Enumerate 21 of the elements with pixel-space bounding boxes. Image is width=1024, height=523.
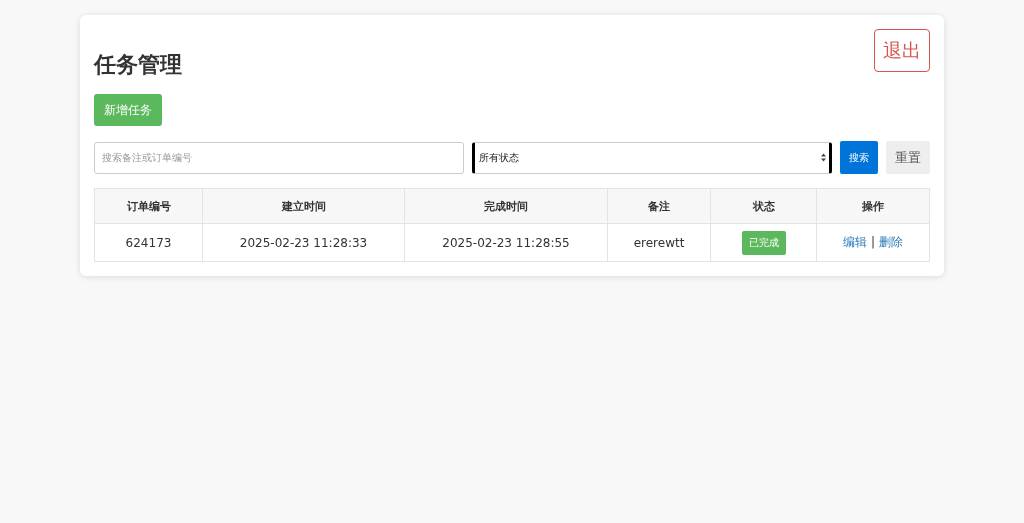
column-header: 状态 [710, 188, 817, 224]
search-field[interactable]: 搜索备注或订单编号 [94, 141, 464, 174]
logout-button[interactable]: 退出 [874, 29, 930, 72]
column-header: 备注 [607, 188, 711, 224]
edit-link[interactable]: 编辑 [842, 235, 867, 249]
page-title: 任务管理 [94, 51, 182, 79]
status-dropdown[interactable]: 所有状态 [471, 141, 832, 174]
status-badge: 已完成 [741, 230, 786, 255]
separator: | [870, 235, 875, 249]
column-header: 订单编号 [94, 188, 203, 224]
table-cell: 2025-02-23 11:28:55 [404, 223, 608, 262]
delete-link[interactable]: 删除 [879, 235, 903, 249]
search-button[interactable]: 搜索 [839, 141, 878, 174]
table-cell: ererewtt [607, 223, 711, 262]
column-header: 建立时间 [202, 188, 405, 224]
column-header: 操作 [816, 188, 930, 224]
reset-button[interactable]: 重置 [885, 141, 930, 174]
table-cell: 624173 [94, 223, 203, 262]
caret-icon [820, 153, 826, 162]
column-header: 完成时间 [404, 188, 608, 224]
table-cell: 2025-02-23 11:28:33 [202, 223, 405, 262]
